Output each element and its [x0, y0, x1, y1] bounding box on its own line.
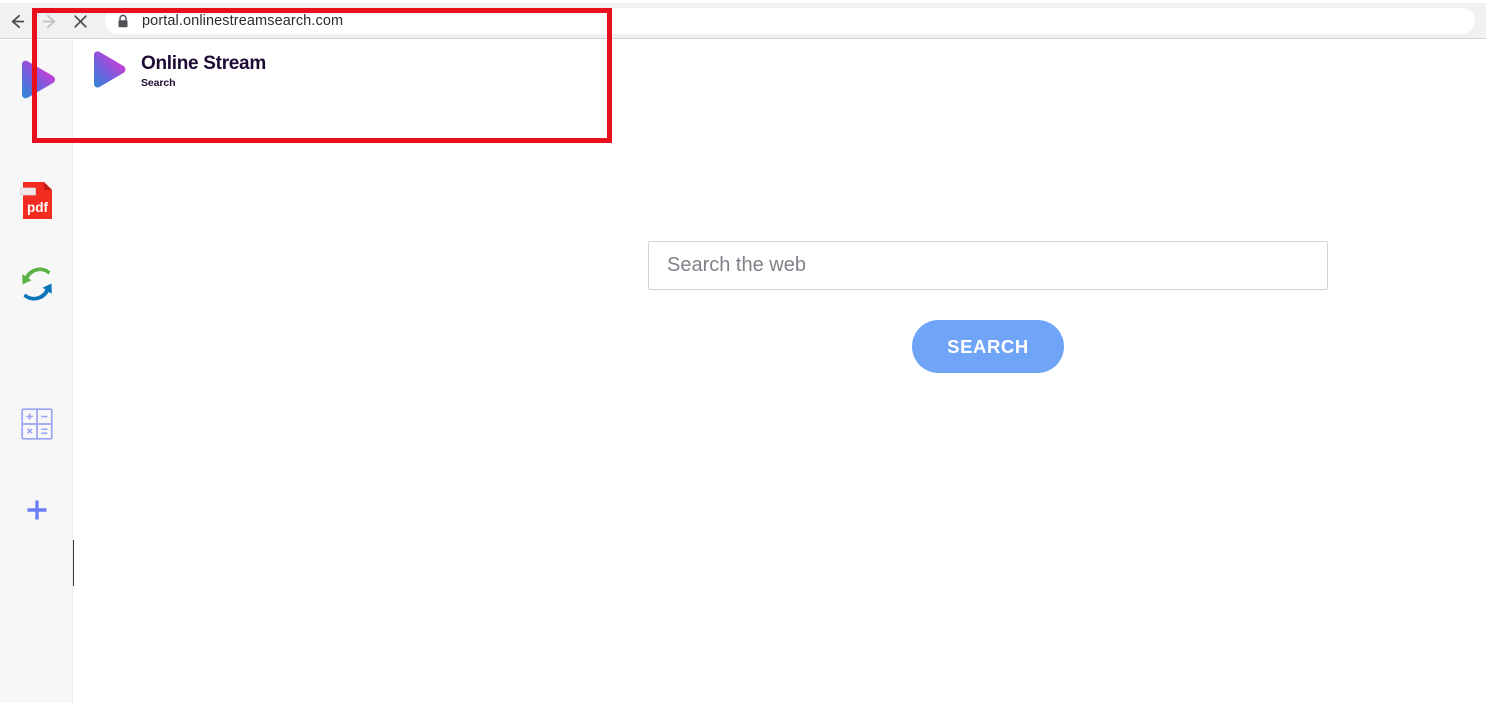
website-content: Online Stream Search SEARCH — [74, 40, 1496, 703]
sidebar-item-pdf-tool[interactable]: pdf — [0, 173, 73, 229]
search-button[interactable]: SEARCH — [912, 320, 1064, 373]
back-arrow-icon — [11, 14, 24, 28]
address-bar[interactable]: portal.onlinestreamsearch.com — [105, 8, 1475, 34]
stop-close-icon — [73, 14, 87, 28]
sidebar-item-online-stream-logo[interactable] — [0, 54, 73, 110]
sidebar-item-converter-tool[interactable] — [0, 256, 73, 312]
page-viewport: pdf Online Stream Search Search the web … — [0, 40, 1496, 703]
browser-toolbar: portal.onlinestreamsearch.com — [0, 3, 1486, 39]
pdf-file-icon: pdf — [19, 182, 52, 219]
plus-icon — [27, 500, 46, 520]
sidebar-item-add-tool[interactable] — [0, 482, 73, 538]
url-text: portal.onlinestreamsearch.com — [142, 13, 344, 29]
sidebar-item-calculator-tool[interactable] — [0, 396, 73, 452]
svg-text:pdf: pdf — [27, 200, 48, 215]
search-input[interactable] — [648, 241, 1328, 290]
convert-arrows-icon — [21, 267, 52, 301]
brand-logo[interactable]: Online Stream Search — [88, 49, 266, 94]
play-triangle-icon — [94, 51, 126, 88]
site-header: Online Stream Search — [74, 40, 1496, 103]
stop-button[interactable] — [68, 9, 92, 33]
calculator-grid-icon — [20, 408, 53, 440]
forward-button[interactable] — [37, 9, 61, 33]
brand-text: Online Stream Search — [141, 54, 266, 89]
forward-arrow-icon — [42, 14, 55, 28]
extension-sidebar: pdf — [0, 40, 97, 703]
brand-subtitle: Search — [141, 77, 176, 90]
screenshot-root: portal.onlinestreamsearch.com pdf Online… — [0, 0, 1496, 703]
play-triangle-icon — [21, 60, 55, 99]
brand-title: Online Stream — [141, 53, 266, 75]
lock-icon — [118, 14, 128, 27]
search-box-wrapper — [648, 241, 1328, 290]
back-button[interactable] — [5, 9, 29, 33]
